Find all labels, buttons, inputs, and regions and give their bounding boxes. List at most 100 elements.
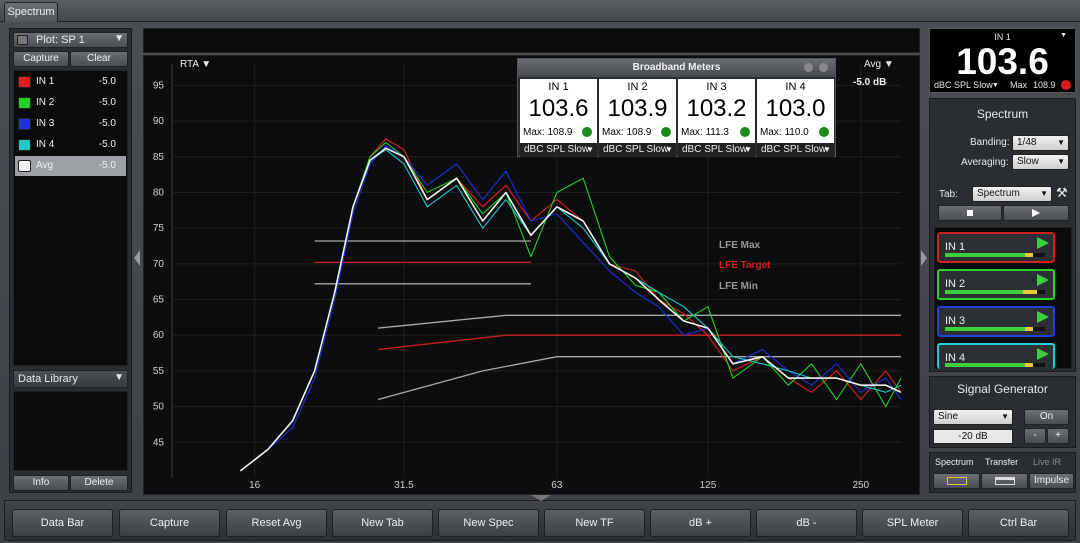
chevron-down-icon: ▼ [114,372,124,383]
spl-meter-button[interactable]: SPL Meter [862,509,963,537]
chevron-down-icon: ▼ [665,145,673,154]
trace-name: IN 2 [36,97,55,108]
trace-name: Avg [36,160,54,171]
meter-value: 103.9 [607,95,668,122]
tools-icon[interactable]: ⚒ [1056,185,1068,201]
y-tick-label: 60 [153,330,165,341]
minimize-icon[interactable] [804,63,813,72]
input-level-meter [945,327,1045,331]
spectrum-mode-icon [947,477,967,485]
chevron-down-icon[interactable]: ▼ [1060,32,1067,39]
status-led-icon [661,127,671,137]
signal-on-button[interactable]: On [1024,409,1069,425]
play-icon[interactable] [1037,237,1049,249]
level-peak [1025,363,1033,367]
trace-color-swatch[interactable] [18,139,31,151]
signal-minus-button[interactable]: - [1024,428,1046,444]
banding-select[interactable]: 1/48 ▼ [1012,135,1069,151]
input-level-meter [945,253,1045,257]
input-chip-in1[interactable]: IN 1 [937,232,1055,263]
spl-meter-mode[interactable]: dBC SPL Slow [934,80,993,90]
signal-level-field[interactable]: -20 dB [933,429,1013,444]
rta-mode-dropdown[interactable]: RTA ▼ [180,59,211,70]
meter-name: IN 1 [548,81,569,93]
plot-selector[interactable]: Plot: SP 1 ▼ [13,32,128,48]
broadband-meter-in1[interactable]: IN 1 103.6 Max: 108.9 dBC SPL Slow ▼ [520,79,597,157]
left-collapse-handle[interactable] [134,250,140,266]
level-fill [945,327,1025,331]
input-level-meter [945,290,1045,294]
trace-row-in3[interactable]: IN 3 -5.0 [15,114,126,134]
tab-live-ir-mode[interactable]: Live IR [1033,457,1061,467]
bottom-bar-handle[interactable] [531,495,551,501]
trace-row-in2[interactable]: IN 2 -5.0 [15,93,126,113]
trace-row-in4[interactable]: IN 4 -5.0 [15,135,126,155]
data-library-header[interactable]: Data Library ▼ [13,370,128,388]
plot-checkbox[interactable] [17,35,28,45]
reset-avg-button[interactable]: Reset Avg [226,509,327,537]
meter-max: Max: 110.0 [760,127,809,138]
trace-row-avg[interactable]: Avg -5.0 [15,156,126,176]
play-icon[interactable] [1037,274,1049,286]
input-chip-in4[interactable]: IN 4 [937,343,1055,369]
tab-spectrum-mode[interactable]: Spectrum [935,457,974,467]
trace-offset: -5.0 [98,97,116,108]
series-line-in3 [240,145,902,472]
new-tf-button[interactable]: New TF [544,509,645,537]
meter-mode-dropdown[interactable]: dBC SPL Slow ▼ [678,143,755,157]
right-collapse-handle[interactable] [921,250,927,266]
plot-title-strip [143,28,920,53]
trace-color-swatch[interactable] [18,97,31,109]
play-icon[interactable] [1037,348,1049,360]
reference-lines [314,240,901,401]
db-minus-button[interactable]: dB - [756,509,857,537]
trace-offset: -5.0 [98,118,116,129]
trace-color-swatch[interactable] [18,160,31,172]
meter-mode-dropdown[interactable]: dBC SPL Slow ▼ [599,143,676,157]
meter-mode-dropdown[interactable]: dBC SPL Slow ▼ [757,143,834,157]
transfer-mode-icon [995,477,1015,485]
trace-offset: -5.0 [98,139,116,150]
new-spec-button[interactable]: New Spec [438,509,539,537]
db-plus-button[interactable]: dB + [650,509,751,537]
spl-meter-display[interactable]: IN 1 ▼ 103.6 dBC SPL Slow ▼ Max 108.9 [929,28,1076,93]
clear-traces-button[interactable]: Clear [70,51,128,67]
trace-row-in1[interactable]: IN 1 -5.0 [15,72,126,92]
close-icon[interactable] [819,63,828,72]
y-tick-label: 75 [153,223,165,234]
impulse-button[interactable]: Impulse [1029,473,1074,489]
meter-mode-dropdown[interactable]: dBC SPL Slow ▼ [520,143,597,157]
trace-color-swatch[interactable] [18,118,31,130]
signal-type-select[interactable]: Sine ▼ [933,409,1013,425]
plot-selector-label: Plot: SP 1 [36,34,85,46]
start-button[interactable] [1003,205,1069,221]
avg-dropdown[interactable]: Avg ▼ [864,59,894,70]
capture-button[interactable]: Capture [119,509,220,537]
trace-color-swatch[interactable] [18,76,31,88]
data-bar-button[interactable]: Data Bar [12,509,113,537]
broadband-meter-in3[interactable]: IN 3 103.2 Max: 111.3 dBC SPL Slow ▼ [678,79,755,157]
averaging-select[interactable]: Slow ▼ [1012,154,1069,170]
capture-trace-button[interactable]: Capture [13,51,69,67]
play-icon[interactable] [1037,311,1049,323]
input-chip-in3[interactable]: IN 3 [937,306,1055,337]
tab-select[interactable]: Spectrum ▼ [972,186,1052,202]
trace-offset: -5.0 [98,160,116,171]
y-tick-label: 55 [153,366,165,377]
stop-button[interactable] [938,205,1002,221]
tab-transfer-mode[interactable]: Transfer [985,457,1018,467]
broadband-meter-in2[interactable]: IN 2 103.9 Max: 108.9 dBC SPL Slow ▼ [599,79,676,157]
broadband-meter-in4[interactable]: IN 4 103.0 Max: 110.0 dBC SPL Slow ▼ [757,79,834,157]
tab-spectrum[interactable]: Spectrum [4,2,58,22]
avg-offset-value: -5.0 dB [853,77,887,88]
transfer-mode-button[interactable] [981,473,1028,489]
signal-plus-button[interactable]: + [1047,428,1069,444]
ctrl-bar-button[interactable]: Ctrl Bar [968,509,1069,537]
info-button[interactable]: Info [13,475,69,491]
spectrum-mode-button[interactable] [933,473,980,489]
delete-button[interactable]: Delete [70,475,128,491]
new-tab-button[interactable]: New Tab [332,509,433,537]
broadband-meters-panel[interactable]: Broadband Meters IN 1 103.6 Max: 108.9 d… [517,58,836,157]
input-chip-in2[interactable]: IN 2 [937,269,1055,300]
broadband-title-bar[interactable]: Broadband Meters [518,59,835,77]
